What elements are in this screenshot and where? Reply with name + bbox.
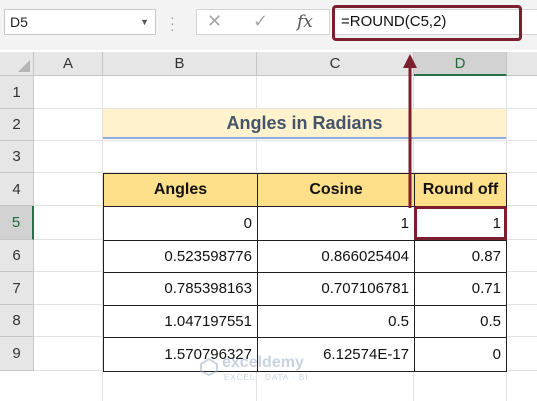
row-header-4[interactable]: 4 xyxy=(0,173,34,206)
table-cell[interactable]: 0.785398163 xyxy=(103,272,258,306)
chevron-down-icon[interactable]: ▼ xyxy=(140,10,149,34)
table-cell[interactable]: 0.5 xyxy=(414,305,507,338)
table-cell[interactable]: 1 xyxy=(257,206,415,241)
header-angles[interactable]: Angles xyxy=(103,173,258,207)
formula-bar: D5 ▼ · · · ✕ ✓ fx =ROUND(C5,2) xyxy=(0,0,537,50)
table-cell[interactable]: 0 xyxy=(103,206,258,241)
table-cell[interactable]: 0.707106781 xyxy=(257,272,415,306)
name-box[interactable]: D5 ▼ xyxy=(4,9,156,35)
column-header-a[interactable]: A xyxy=(34,52,103,76)
row-header-7[interactable]: 7 xyxy=(0,272,34,305)
table-cell[interactable]: 0.523598776 xyxy=(103,240,258,273)
gridline xyxy=(34,140,537,141)
row-header-2[interactable]: 2 xyxy=(0,109,34,141)
table-cell[interactable]: 0 xyxy=(414,337,507,372)
watermark-tagline: EXCEL · DATA · BI xyxy=(224,373,309,382)
row-header-6[interactable]: 6 xyxy=(0,240,34,272)
formula-highlight-box xyxy=(332,5,522,41)
row-header-3[interactable]: 3 xyxy=(0,141,34,173)
sheet-title[interactable]: Angles in Radians xyxy=(103,109,506,139)
name-box-value: D5 xyxy=(10,14,28,30)
cancel-icon[interactable]: ✕ xyxy=(207,11,222,32)
column-header-blank[interactable] xyxy=(507,52,537,76)
table-cell[interactable]: 0.5 xyxy=(257,305,415,338)
resize-dots-icon[interactable]: · · · xyxy=(170,10,175,36)
table-cell[interactable]: 0.71 xyxy=(414,272,507,306)
table-cell[interactable]: 1.047197551 xyxy=(103,305,258,338)
spreadsheet-grid: A B C D 1 2 3 4 5 6 7 8 9 Angles in Radi… xyxy=(0,52,537,401)
watermark: exceldemy EXCEL · DATA · BI xyxy=(198,352,348,388)
column-header-d[interactable]: D xyxy=(414,52,507,76)
table-cell[interactable]: 0.87 xyxy=(414,240,507,273)
row-header-1[interactable]: 1 xyxy=(0,76,34,109)
exceldemy-logo-icon xyxy=(200,358,218,376)
insert-function-icon[interactable]: fx xyxy=(297,12,313,32)
select-all-triangle-icon xyxy=(18,60,30,72)
select-all-button[interactable] xyxy=(0,52,34,76)
column-header-b[interactable]: B xyxy=(103,52,257,76)
active-cell-highlight xyxy=(414,206,507,240)
watermark-name: exceldemy xyxy=(222,354,304,371)
row-header-5[interactable]: 5 xyxy=(0,206,34,240)
formula-tools: ✕ ✓ fx xyxy=(196,9,330,35)
row-header-9[interactable]: 9 xyxy=(0,337,34,371)
row-header-8[interactable]: 8 xyxy=(0,305,34,337)
column-header-c[interactable]: C xyxy=(257,52,414,76)
header-cosine[interactable]: Cosine xyxy=(257,173,415,207)
table-cell[interactable]: 0.866025404 xyxy=(257,240,415,273)
header-round-off[interactable]: Round off xyxy=(414,173,507,207)
enter-icon[interactable]: ✓ xyxy=(253,11,268,32)
